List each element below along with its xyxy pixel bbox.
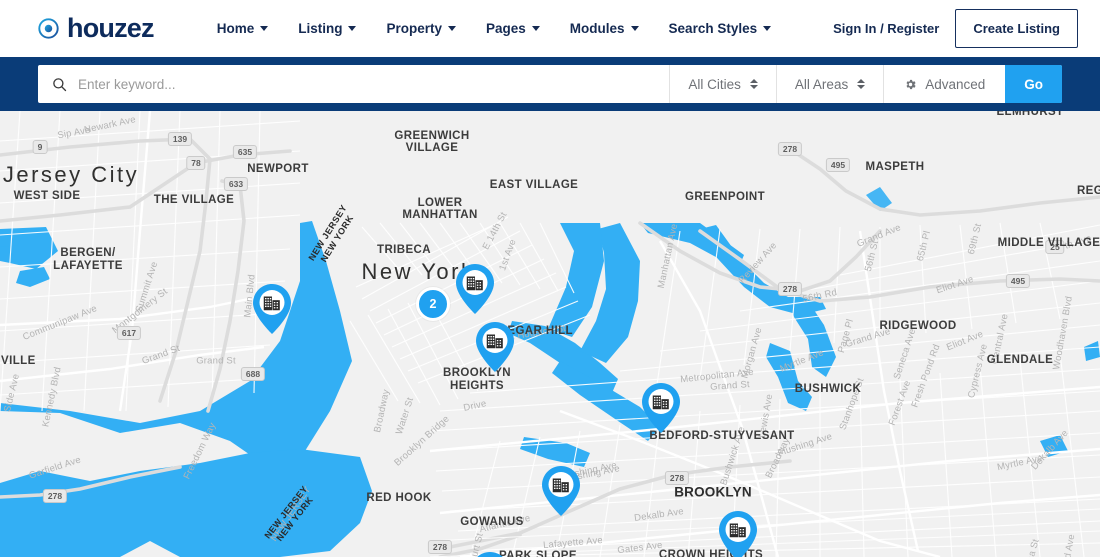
nav-item-modules[interactable]: Modules — [555, 15, 654, 42]
nav-item-pages[interactable]: Pages — [471, 15, 555, 42]
sort-arrows-icon — [749, 79, 758, 89]
property-pin-gowanus[interactable] — [468, 551, 512, 557]
nav-item-listing[interactable]: Listing — [283, 15, 371, 42]
gear-icon — [906, 79, 916, 89]
city-select[interactable]: All Cities — [669, 65, 776, 103]
map-canvas[interactable]: Montgomery St Communipaw Ave Kennedy Blvd G… — [0, 111, 1100, 557]
property-pin-lower-manhattan[interactable] — [453, 263, 497, 319]
create-listing-button[interactable]: Create Listing — [955, 9, 1078, 48]
building-icon — [650, 390, 672, 412]
nav-label: Modules — [569, 21, 625, 36]
area-select[interactable]: All Areas — [775, 65, 883, 103]
nav-label: Search Styles — [668, 21, 758, 36]
nav-item-property[interactable]: Property — [371, 15, 471, 42]
property-pin-newport[interactable] — [250, 283, 294, 339]
nav-item-search-styles[interactable]: Search Styles — [654, 15, 787, 42]
advanced-label: Advanced — [925, 76, 986, 92]
nav-label: Listing — [298, 21, 343, 36]
property-pin-bedford-stuyvesant[interactable] — [716, 510, 760, 557]
building-icon — [727, 518, 749, 540]
chevron-down-icon — [531, 26, 540, 31]
property-pin-clinton-hill[interactable] — [539, 465, 583, 521]
search-form: All Cities All Areas Advanced Go — [38, 65, 1062, 103]
building-icon — [261, 291, 283, 313]
chevron-down-icon — [260, 26, 269, 31]
search-go-button[interactable]: Go — [1005, 65, 1062, 103]
brand-logo[interactable]: houzez — [38, 13, 155, 43]
keyword-field-wrap — [38, 65, 670, 103]
brand-name: houzez — [67, 13, 155, 43]
nav-label: Property — [386, 21, 442, 36]
building-icon — [484, 329, 506, 351]
building-icon — [550, 473, 572, 495]
header-actions: Sign In / Register Create Listing — [833, 9, 1078, 48]
property-pin-williamsburg[interactable] — [639, 382, 683, 438]
area-select-value: All Areas — [794, 76, 849, 92]
chevron-down-icon — [348, 26, 357, 31]
search-band: All Cities All Areas Advanced Go — [0, 57, 1100, 111]
app-root: houzez Home Listing Property Pages Modul… — [0, 0, 1100, 557]
city-select-value: All Cities — [688, 76, 741, 92]
chevron-down-icon — [448, 26, 456, 31]
building-icon — [464, 271, 486, 293]
main-nav: Home Listing Property Pages Modules Sear… — [202, 15, 833, 42]
nav-label: Home — [216, 21, 255, 36]
chevron-down-icon — [763, 26, 772, 31]
chevron-down-icon — [630, 26, 639, 31]
nav-item-home[interactable]: Home — [202, 15, 284, 42]
site-header: houzez Home Listing Property Pages Modul… — [0, 0, 1100, 57]
sign-in-register-link[interactable]: Sign In / Register — [833, 21, 939, 36]
map-cluster-marker[interactable]: 2 — [416, 287, 450, 321]
search-icon — [53, 77, 67, 91]
map-pin-circle-icon — [38, 18, 59, 39]
search-input[interactable] — [67, 65, 670, 103]
sort-arrows-icon — [857, 79, 866, 89]
nav-label: Pages — [486, 21, 526, 36]
advanced-search-toggle[interactable]: Advanced — [883, 65, 1005, 103]
property-pin-east-village-south[interactable] — [473, 321, 517, 377]
